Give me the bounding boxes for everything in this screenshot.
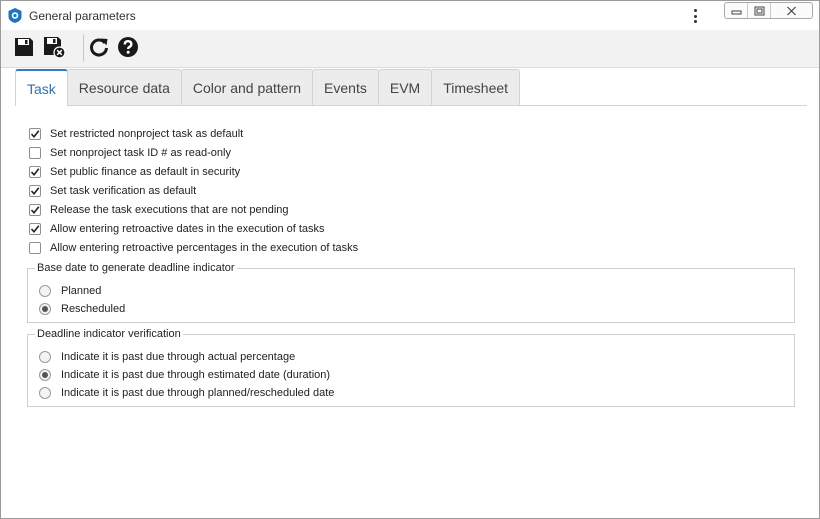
checkbox[interactable]	[29, 204, 41, 216]
restore-icon	[754, 6, 764, 15]
checkbox-label: Allow entering retroactive percentages i…	[50, 242, 359, 254]
radio-actual-percentage[interactable]: Indicate it is past due through actual p…	[39, 349, 295, 365]
tab-task[interactable]: Task	[15, 69, 68, 106]
kebab-menu-icon[interactable]	[689, 7, 701, 25]
radio-planned-rescheduled-date[interactable]: Indicate it is past due through planned/…	[39, 385, 334, 401]
general-parameters-window: General parameters Task Resource data Co…	[0, 0, 820, 519]
minimize-icon	[731, 10, 741, 15]
radio-planned[interactable]: Planned	[39, 283, 101, 299]
radio-label: Indicate it is past due through estimate…	[61, 369, 331, 381]
checkbox-label: Set restricted nonproject task as defaul…	[50, 128, 244, 140]
radio-label: Indicate it is past due through planned/…	[61, 387, 335, 399]
checkbox[interactable]	[29, 242, 41, 254]
radio-estimated-date[interactable]: Indicate it is past due through estimate…	[39, 367, 330, 383]
tab-bar: Task Resource data Color and pattern Eve…	[15, 69, 521, 106]
checkmark-icon	[30, 168, 40, 177]
tab-timesheet[interactable]: Timesheet	[431, 69, 521, 105]
radio-button[interactable]	[39, 351, 51, 363]
toolbar	[1, 30, 819, 68]
save-icon	[15, 38, 33, 56]
option-nonproject-task-id-readonly[interactable]: Set nonproject task ID # as read-only	[29, 145, 231, 161]
help-icon	[118, 37, 138, 57]
checkbox-label: Set public finance as default in securit…	[50, 166, 241, 178]
tab-divider	[15, 105, 807, 106]
option-retroactive-percentages[interactable]: Allow entering retroactive percentages i…	[29, 240, 358, 256]
option-public-finance-default[interactable]: Set public finance as default in securit…	[29, 164, 240, 180]
refresh-icon	[90, 38, 108, 57]
tab-color-and-pattern[interactable]: Color and pattern	[180, 69, 314, 105]
checkbox[interactable]	[29, 147, 41, 159]
radio-button[interactable]	[39, 285, 51, 297]
base-date-legend: Base date to generate deadline indicator	[35, 262, 237, 274]
close-button[interactable]	[771, 3, 812, 18]
radio-selected-dot	[42, 306, 48, 312]
checkbox-label: Release the task executions that are not…	[50, 204, 289, 216]
deadline-verification-group: Deadline indicator verification Indicate…	[27, 328, 795, 407]
tab-events[interactable]: Events	[312, 69, 379, 105]
option-release-task-executions[interactable]: Release the task executions that are not…	[29, 202, 289, 218]
save-button[interactable]	[12, 35, 36, 59]
base-date-group: Base date to generate deadline indicator…	[27, 262, 795, 323]
close-icon	[787, 6, 796, 15]
checkmark-icon	[30, 130, 40, 139]
radio-button[interactable]	[39, 303, 51, 315]
checkbox[interactable]	[29, 223, 41, 235]
checkbox[interactable]	[29, 166, 41, 178]
tab-evm[interactable]: EVM	[377, 69, 433, 105]
radio-button[interactable]	[39, 387, 51, 399]
radio-label: Rescheduled	[61, 303, 126, 315]
restore-button[interactable]	[748, 3, 771, 18]
radio-label: Indicate it is past due through actual p…	[61, 351, 296, 363]
tab-resource-data[interactable]: Resource data	[66, 69, 182, 105]
app-logo-icon	[8, 8, 22, 23]
option-task-verification-default[interactable]: Set task verification as default	[29, 183, 196, 199]
checkbox-label: Set task verification as default	[50, 185, 197, 197]
checkbox[interactable]	[29, 128, 41, 140]
toolbar-separator	[83, 34, 84, 62]
checkmark-icon	[30, 187, 40, 196]
checkbox[interactable]	[29, 185, 41, 197]
radio-rescheduled[interactable]: Rescheduled	[39, 301, 125, 317]
radio-button[interactable]	[39, 369, 51, 381]
window-controls	[724, 2, 813, 19]
minimize-button[interactable]	[725, 3, 748, 18]
save-and-close-button[interactable]	[42, 35, 66, 59]
title-bar: General parameters	[1, 1, 819, 29]
save-and-close-icon	[44, 37, 66, 59]
deadline-legend: Deadline indicator verification	[35, 328, 183, 340]
window-title: General parameters	[29, 9, 136, 23]
checkmark-icon	[30, 206, 40, 215]
radio-selected-dot	[42, 372, 48, 378]
option-restricted-nonproject-task[interactable]: Set restricted nonproject task as defaul…	[29, 126, 243, 142]
checkbox-label: Allow entering retroactive dates in the …	[50, 223, 325, 235]
refresh-button[interactable]	[87, 35, 111, 59]
help-button[interactable]	[116, 35, 140, 59]
radio-label: Planned	[61, 285, 102, 297]
option-retroactive-dates[interactable]: Allow entering retroactive dates in the …	[29, 221, 325, 237]
checkbox-label: Set nonproject task ID # as read-only	[50, 147, 231, 159]
checkmark-icon	[30, 225, 40, 234]
